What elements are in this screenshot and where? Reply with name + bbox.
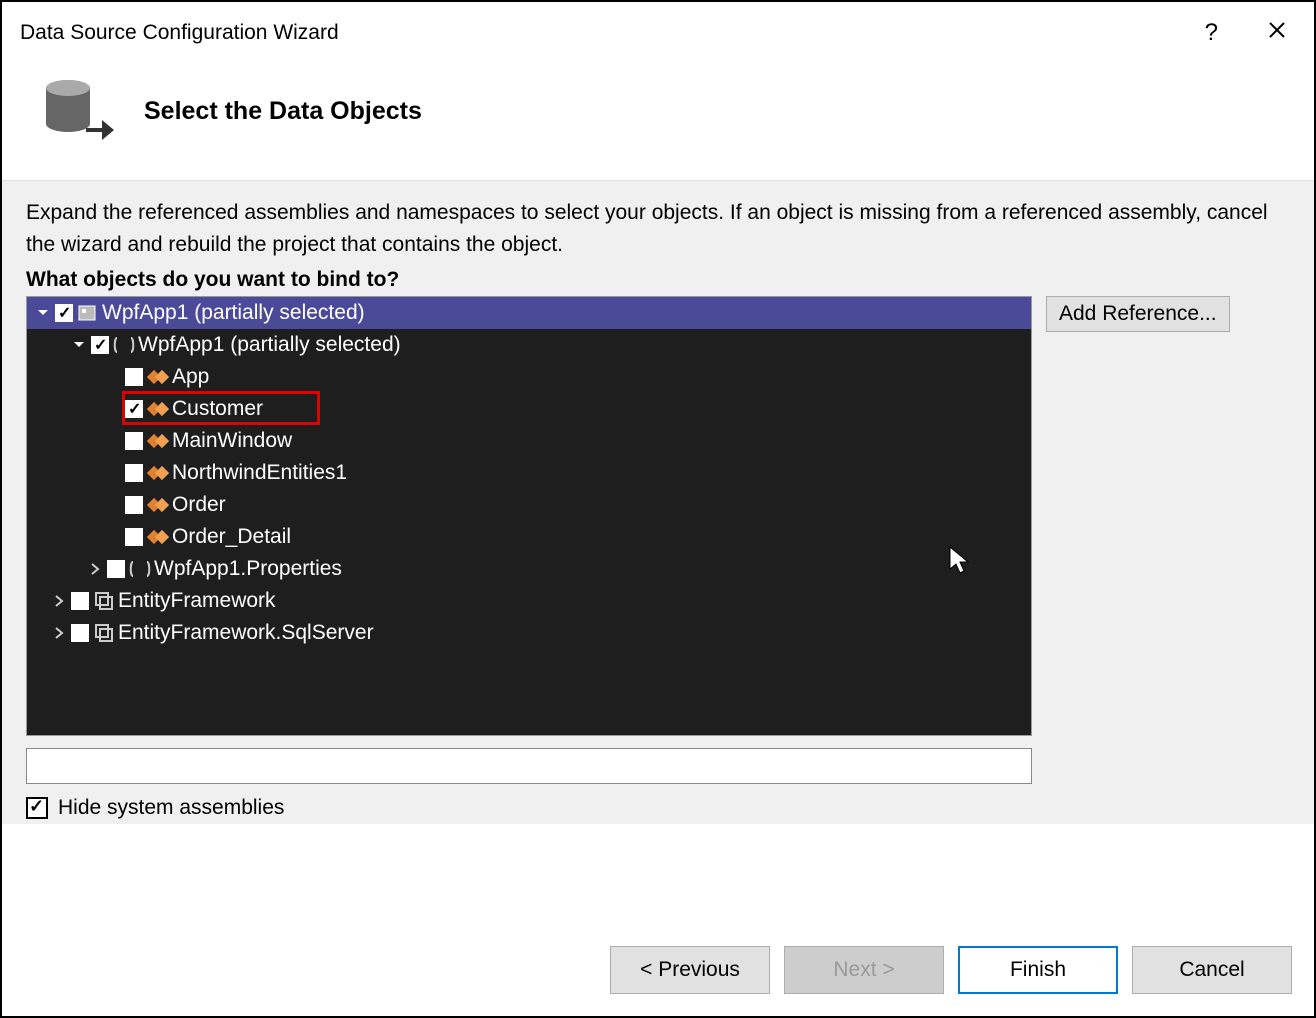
window-title: Data Source Configuration Wizard: [20, 21, 339, 45]
expander-icon[interactable]: [35, 305, 51, 321]
checkbox[interactable]: [125, 368, 143, 386]
wizard-header: Select the Data Objects: [2, 56, 1314, 180]
checkbox[interactable]: [125, 464, 143, 482]
tree-label: WpfApp1 (partially selected): [138, 333, 401, 357]
add-reference-button[interactable]: Add Reference...: [1046, 296, 1230, 332]
tree-label: Order_Detail: [172, 525, 291, 549]
class-icon: [147, 430, 169, 452]
tree-label: NorthwindEntities1: [172, 461, 347, 485]
namespace-icon: [129, 558, 151, 580]
assembly-icon: [93, 590, 115, 612]
tree-node-project[interactable]: WpfApp1 (partially selected): [27, 297, 1031, 329]
class-icon: [147, 366, 169, 388]
tree-node-orderdetail[interactable]: Order_Detail: [27, 521, 1031, 553]
hide-assemblies-label: Hide system assemblies: [58, 796, 284, 820]
expander-icon[interactable]: [71, 337, 87, 353]
namespace-icon: [113, 334, 135, 356]
object-tree[interactable]: WpfApp1 (partially selected) WpfApp1 (pa…: [26, 296, 1032, 736]
expander-icon[interactable]: [87, 561, 103, 577]
checkbox[interactable]: [71, 592, 89, 610]
checkbox[interactable]: [71, 624, 89, 642]
tree-node-app[interactable]: App: [27, 361, 1031, 393]
tree-node-northwind[interactable]: NorthwindEntities1: [27, 457, 1031, 489]
class-icon: [147, 398, 169, 420]
page-title: Select the Data Objects: [144, 97, 422, 126]
finish-button[interactable]: Finish: [958, 946, 1118, 994]
class-icon: [147, 494, 169, 516]
tree-node-namespace[interactable]: WpfApp1 (partially selected): [27, 329, 1031, 361]
class-icon: [147, 526, 169, 548]
help-icon[interactable]: ?: [1205, 19, 1218, 47]
expander-icon[interactable]: [51, 625, 67, 641]
tree-label: WpfApp1 (partially selected): [102, 301, 365, 325]
tree-node-order[interactable]: Order: [27, 489, 1031, 521]
hide-assemblies-option[interactable]: Hide system assemblies: [26, 796, 1290, 820]
database-icon: [36, 76, 116, 146]
next-button: Next >: [784, 946, 944, 994]
class-icon: [147, 462, 169, 484]
tree-label: Order: [172, 493, 226, 517]
tree-label: App: [172, 365, 209, 389]
assembly-icon: [93, 622, 115, 644]
titlebar-buttons: ?: [1205, 19, 1296, 47]
checkbox[interactable]: [125, 528, 143, 546]
tree-label: EntityFramework.SqlServer: [118, 621, 374, 645]
cancel-button[interactable]: Cancel: [1132, 946, 1292, 994]
checkbox[interactable]: [125, 496, 143, 514]
checkbox[interactable]: [125, 432, 143, 450]
description-text: Expand the referenced assemblies and nam…: [26, 197, 1290, 260]
tree-label: EntityFramework: [118, 589, 276, 613]
expander-icon[interactable]: [51, 593, 67, 609]
tree-node-ef[interactable]: EntityFramework: [27, 585, 1031, 617]
previous-button[interactable]: < Previous: [610, 946, 770, 994]
selected-object-display: [26, 748, 1032, 784]
tree-label: Customer: [172, 397, 263, 421]
close-icon[interactable]: [1268, 21, 1286, 45]
tree-node-customer[interactable]: Customer: [27, 393, 1031, 425]
checkbox[interactable]: [91, 336, 109, 354]
checkbox[interactable]: [26, 797, 48, 819]
tree-node-properties[interactable]: WpfApp1.Properties: [27, 553, 1031, 585]
tree-node-mainwindow[interactable]: MainWindow: [27, 425, 1031, 457]
tree-node-efsql[interactable]: EntityFramework.SqlServer: [27, 617, 1031, 649]
project-icon: [77, 302, 99, 324]
question-label: What objects do you want to bind to?: [26, 268, 1290, 292]
tree-label: WpfApp1.Properties: [154, 557, 342, 581]
checkbox[interactable]: [55, 304, 73, 322]
tree-label: MainWindow: [172, 429, 292, 453]
checkbox[interactable]: [125, 400, 143, 418]
content-area: Expand the referenced assemblies and nam…: [2, 180, 1314, 824]
wizard-footer: < Previous Next > Finish Cancel: [586, 946, 1316, 994]
titlebar: Data Source Configuration Wizard ?: [2, 2, 1314, 56]
checkbox[interactable]: [107, 560, 125, 578]
